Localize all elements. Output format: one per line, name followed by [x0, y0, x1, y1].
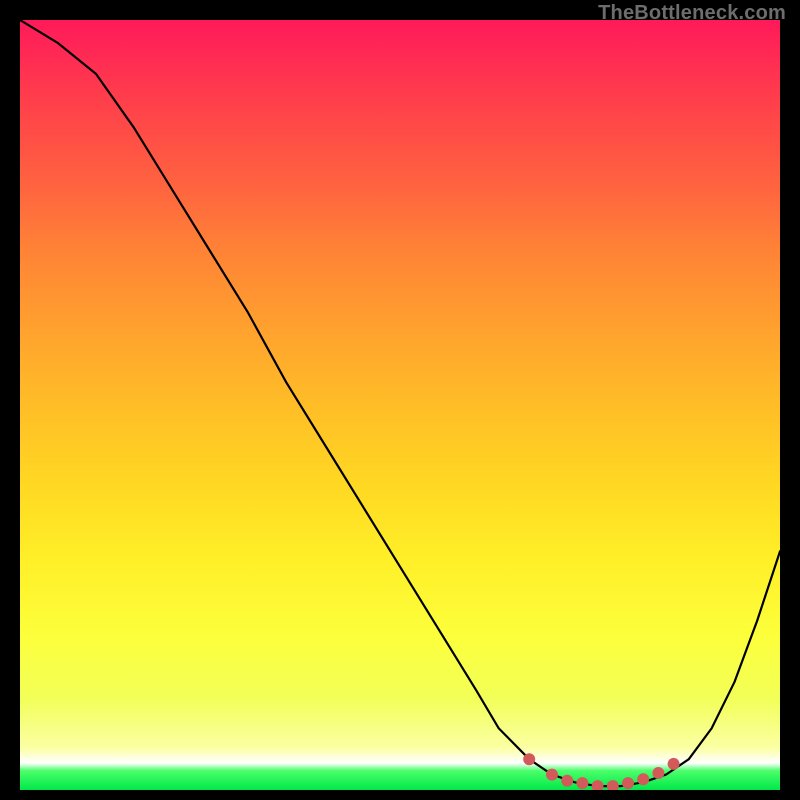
chart-container: TheBottleneck.com — [0, 0, 800, 800]
plot-area — [20, 20, 780, 790]
gradient-background — [20, 20, 780, 790]
